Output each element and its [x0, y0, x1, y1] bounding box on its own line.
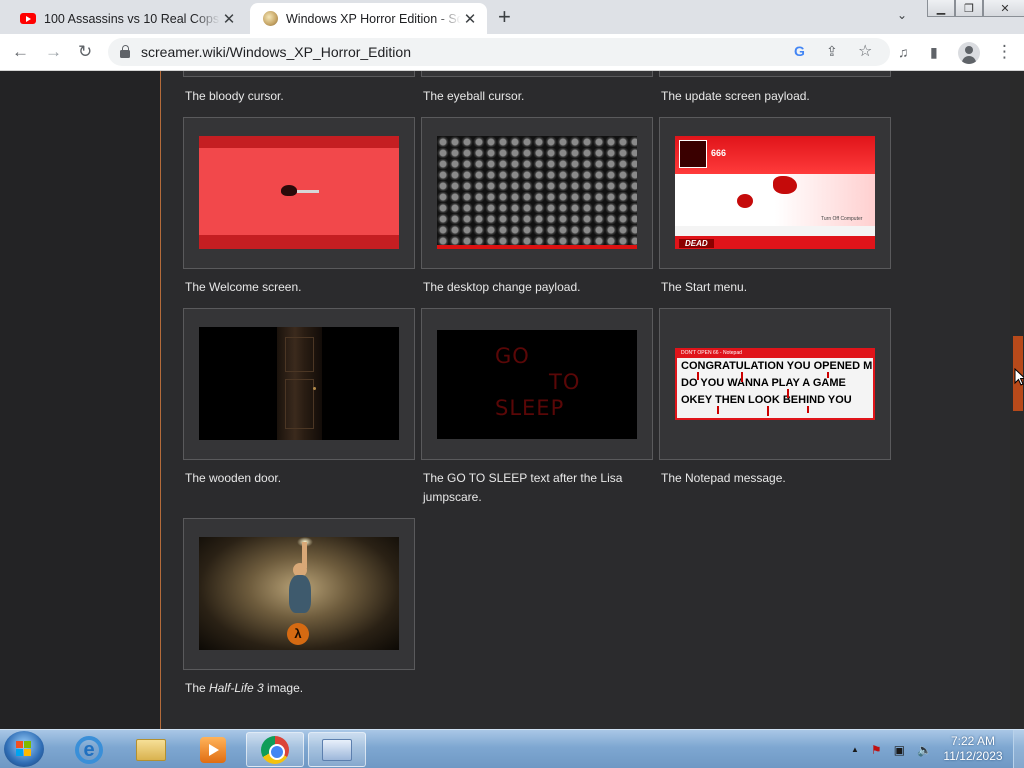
wiki-icon: [262, 11, 278, 27]
welcome-screen-image[interactable]: [199, 136, 399, 249]
web-page: The bloody cursor. The eyeball cursor. T…: [0, 71, 1010, 729]
address-bar[interactable]: screamer.wiki/Windows_XP_Horror_Edition …: [108, 38, 890, 66]
tab-strip: 100 Assassins vs 10 Real Cops! - YouTube…: [0, 0, 1024, 34]
caption-update-screen: The update screen payload.: [661, 89, 810, 103]
caption-start-menu: The Start menu.: [661, 280, 748, 294]
skull-desktop-image[interactable]: [437, 136, 637, 249]
folder-icon: [136, 738, 166, 761]
gallery-thumb-go-to-sleep[interactable]: GO TO SLEEP: [421, 308, 653, 460]
caption-welcome-screen: The Welcome screen.: [185, 280, 302, 294]
back-icon[interactable]: ←: [12, 43, 29, 61]
tab-screamer-wiki[interactable]: Windows XP Horror Edition - Screamer Wik…: [250, 3, 487, 34]
taskbar-file-explorer[interactable]: [122, 732, 180, 767]
system-tray: ▲ ⚑ ▣ 🔈: [845, 730, 938, 768]
google-lens-icon[interactable]: G: [794, 43, 805, 59]
reload-icon[interactable]: ↻: [78, 43, 92, 61]
close-tab-icon[interactable]: ✕: [220, 10, 238, 28]
gallery-thumb-desktop-change[interactable]: [421, 117, 653, 269]
taskbar-chrome[interactable]: [246, 732, 304, 767]
bookmark-star-icon[interactable]: ☆: [858, 41, 872, 61]
tab-youtube[interactable]: 100 Assassins vs 10 Real Cops! - YouTube…: [8, 3, 246, 34]
maximize-button[interactable]: ❐: [955, 0, 983, 17]
caption-half-life-3: The Half-Life 3 image.: [185, 681, 304, 695]
start-menu-image[interactable]: 666 Turn Off Computer DEAD: [675, 136, 875, 249]
profile-avatar-icon[interactable]: [958, 42, 980, 64]
action-center-icon[interactable]: ⚑: [871, 743, 882, 757]
taskbar-internet-explorer[interactable]: e: [60, 732, 118, 767]
keyboard-icon: [322, 738, 352, 761]
side-panel-icon[interactable]: ▮: [930, 43, 938, 61]
start-menu-user: 666: [711, 148, 727, 158]
internet-explorer-icon: e: [75, 735, 103, 764]
caption-eyeball-cursor: The eyeball cursor.: [423, 89, 525, 103]
youtube-icon: [20, 11, 36, 27]
browser-toolbar: ← → ↻ screamer.wiki/Windows_XP_Horror_Ed…: [0, 34, 1024, 71]
share-icon[interactable]: ⇪: [826, 43, 838, 60]
page-scrollbar[interactable]: [1010, 71, 1024, 729]
gallery-thumb-bloody-cursor[interactable]: [183, 71, 415, 77]
network-icon[interactable]: ▣: [894, 743, 905, 757]
wooden-door-image[interactable]: [199, 327, 399, 440]
media-player-icon: [200, 736, 226, 763]
caption-notepad: The Notepad message.: [661, 471, 786, 485]
taskbar-on-screen-keyboard[interactable]: [308, 732, 366, 767]
gallery-content: The bloody cursor. The eyeball cursor. T…: [160, 71, 1010, 729]
gallery-thumb-half-life-3[interactable]: λ: [183, 518, 415, 670]
media-control-icon[interactable]: ♫: [898, 43, 909, 61]
gallery-thumb-notepad[interactable]: DON'T OPEN 66 - Notepad CONGRATULATION Y…: [659, 308, 891, 460]
start-button[interactable]: [4, 731, 44, 767]
caption-go-to-sleep: The GO TO SLEEP text after the Lisa jump…: [423, 471, 623, 504]
gallery-thumb-update-screen[interactable]: [659, 71, 891, 77]
minimize-button[interactable]: ▁: [927, 0, 955, 17]
tab-title: 100 Assassins vs 10 Real Cops! - YouTube: [44, 11, 220, 26]
mouse-cursor-icon: [1014, 368, 1024, 386]
caption-desktop-change: The desktop change payload.: [423, 280, 581, 294]
dead-start-button: DEAD: [679, 239, 714, 248]
tab-title: Windows XP Horror Edition - Screamer Wik…: [286, 11, 461, 26]
chrome-icon: [261, 735, 289, 764]
caption-wooden-door: The wooden door.: [185, 471, 282, 485]
clock-date: 11/12/2023: [943, 749, 1003, 763]
gallery-thumb-wooden-door[interactable]: [183, 308, 415, 460]
lock-icon[interactable]: [120, 45, 130, 58]
windows-taskbar: e ▲ ⚑ ▣ 🔈 7:22 AM 11/12/2023: [0, 729, 1024, 768]
volume-muted-icon[interactable]: 🔈: [917, 743, 932, 757]
taskbar-media-player[interactable]: [184, 732, 242, 767]
go-to-sleep-image[interactable]: GO TO SLEEP: [437, 330, 637, 439]
lambda-logo: λ: [287, 623, 309, 645]
forward-icon[interactable]: →: [45, 43, 62, 61]
close-window-button[interactable]: ✕: [983, 0, 1024, 17]
clock-time: 7:22 AM: [950, 734, 996, 748]
half-life-3-image[interactable]: λ: [199, 537, 399, 650]
show-hidden-icons-icon[interactable]: ▲: [851, 745, 859, 754]
show-desktop-button[interactable]: [1013, 730, 1024, 768]
turn-off-label: Turn Off Computer: [821, 216, 863, 222]
notepad-message-image[interactable]: DON'T OPEN 66 - Notepad CONGRATULATION Y…: [675, 348, 875, 420]
url-text[interactable]: screamer.wiki/Windows_XP_Horror_Edition: [141, 44, 411, 60]
window-controls: ▁ ❐ ✕: [927, 0, 1024, 17]
windows-logo-icon: [16, 741, 32, 757]
menu-icon[interactable]: ⋮: [996, 43, 1013, 61]
gallery-thumb-welcome-screen[interactable]: [183, 117, 415, 269]
gallery-thumb-eyeball-cursor[interactable]: [421, 71, 653, 77]
taskbar-clock[interactable]: 7:22 AM 11/12/2023: [938, 734, 1008, 764]
caption-bloody-cursor: The bloody cursor.: [185, 89, 284, 103]
new-tab-button[interactable]: +: [498, 6, 511, 28]
close-tab-icon[interactable]: ✕: [461, 10, 479, 28]
tab-search-icon[interactable]: ⌄: [897, 8, 907, 22]
gallery-thumb-start-menu[interactable]: 666 Turn Off Computer DEAD: [659, 117, 891, 269]
